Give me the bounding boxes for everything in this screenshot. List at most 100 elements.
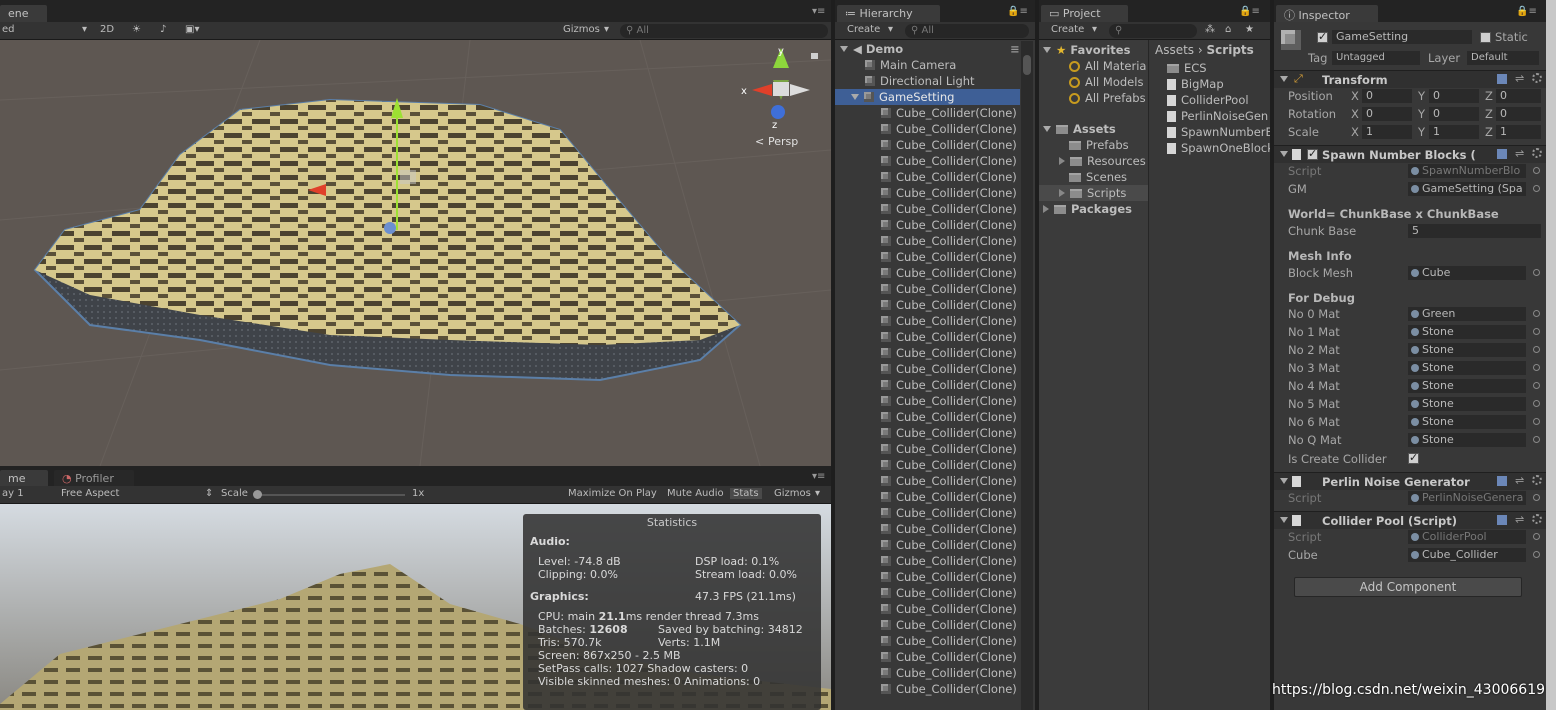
filter-by-type-icon[interactable]: ⁂ [1205,24,1215,35]
tab-profiler[interactable]: ◔ Profiler [54,470,134,487]
material-slot-field[interactable]: Stone [1408,343,1526,357]
hierarchy-clone-row[interactable]: Cube_Collider(Clone) [881,425,1017,441]
object-picker-icon[interactable] [1533,436,1540,443]
hierarchy-clone-row[interactable]: Cube_Collider(Clone) [881,185,1017,201]
project-menu-icon[interactable]: 🔒≡ [1239,6,1260,17]
lighting-toggle-icon[interactable]: ☀ [132,24,141,35]
aspect-dropdown[interactable]: Free Aspect [61,488,119,499]
hierarchy-clone-row[interactable]: Cube_Collider(Clone) [881,345,1017,361]
project-create-dropdown[interactable]: Create [1051,24,1084,35]
hierarchy-scrollbar[interactable] [1021,41,1033,710]
is-create-collider-checkbox[interactable] [1408,451,1419,464]
hierarchy-scene-row[interactable]: ◀ Demo ≡ [840,41,1020,57]
scene-menu-icon[interactable]: ▾≡ [812,6,825,17]
folder-scenes[interactable]: Scenes [1069,169,1127,185]
object-picker-icon[interactable] [1533,328,1540,335]
filter-by-label-icon[interactable]: ⌂ [1225,24,1231,35]
hierarchy-clone-row[interactable]: Cube_Collider(Clone) [881,137,1017,153]
maximize-on-play-toggle[interactable]: Maximize On Play [568,488,657,499]
packages-folder[interactable]: Packages [1043,201,1132,217]
object-picker-icon[interactable] [1533,400,1540,407]
scene-menu-icon[interactable]: ≡ [1010,41,1020,57]
gm-field[interactable]: GameSetting (Spa [1408,182,1526,196]
hierarchy-clone-row[interactable]: Cube_Collider(Clone) [881,569,1017,585]
folder-prefabs[interactable]: Prefabs [1069,137,1129,153]
collapse-arrow-icon[interactable] [1059,189,1065,197]
expand-arrow-icon[interactable] [1043,126,1051,132]
scale-slider[interactable] [253,490,405,499]
file-spawnoneblock[interactable]: SpawnOneBlock [1167,140,1270,156]
favorite-item-prefabs[interactable]: All Prefabs [1069,90,1146,106]
hierarchy-clone-row[interactable]: Cube_Collider(Clone) [881,105,1017,121]
material-slot-field[interactable]: Stone [1408,325,1526,339]
object-picker-icon[interactable] [1533,533,1540,540]
static-checkbox[interactable] [1480,32,1491,43]
hierarchy-item-directional-light[interactable]: Directional Light [865,73,975,89]
hierarchy-clone-row[interactable]: Cube_Collider(Clone) [881,681,1017,697]
gizmos-arrow-icon[interactable]: ▾ [604,24,609,35]
hierarchy-clone-row[interactable]: Cube_Collider(Clone) [881,249,1017,265]
tab-project[interactable]: ▭ Project [1041,5,1128,22]
gear-icon[interactable] [1532,73,1542,83]
hierarchy-clone-row[interactable]: Cube_Collider(Clone) [881,649,1017,665]
object-picker-icon[interactable] [1533,346,1540,353]
rotation-x-field[interactable]: 0 [1362,107,1412,121]
hierarchy-clone-row[interactable]: Cube_Collider(Clone) [881,441,1017,457]
audio-toggle-icon[interactable]: ♪ [160,24,166,35]
preset-icon[interactable]: ⇌ [1515,513,1524,526]
rotation-z-field[interactable]: 0 [1496,107,1541,121]
expand-arrow-icon[interactable] [1043,47,1051,53]
object-picker-icon[interactable] [1533,269,1540,276]
scene-gizmos-dropdown[interactable]: Gizmos [563,24,600,35]
file-spawnnumberblocks[interactable]: SpawnNumberB [1167,124,1270,140]
object-picker-icon[interactable] [1533,551,1540,558]
hierarchy-clone-row[interactable]: Cube_Collider(Clone) [881,633,1017,649]
material-slot-field[interactable]: Stone [1408,397,1526,411]
favorites-header[interactable]: ★ Favorites [1043,42,1130,58]
help-icon[interactable] [1497,74,1507,84]
expand-arrow-icon[interactable] [1280,478,1288,484]
hierarchy-clone-row[interactable]: Cube_Collider(Clone) [881,553,1017,569]
shading-dropdown-arrow[interactable]: ▾ [82,24,87,35]
preset-icon[interactable]: ⇌ [1515,147,1524,160]
expand-arrow-icon[interactable] [1280,151,1288,157]
stats-toggle[interactable]: Stats [730,488,762,499]
hierarchy-menu-icon[interactable]: 🔒≡ [1007,6,1028,17]
inspector-menu-icon[interactable]: 🔒≡ [1516,6,1537,17]
material-slot-field[interactable]: Stone [1408,379,1526,393]
chunk-base-field[interactable]: 5 [1408,224,1541,238]
cube-field[interactable]: Cube_Collider [1408,548,1526,562]
shading-mode-dropdown[interactable]: ed [2,24,15,35]
preset-icon[interactable]: ⇌ [1515,474,1524,487]
pool-component-header[interactable]: Collider Pool (Script) ⇌ [1274,511,1546,529]
hierarchy-clone-row[interactable]: Cube_Collider(Clone) [881,457,1017,473]
layer-dropdown[interactable]: Default [1467,51,1539,65]
toggle-2d-button[interactable]: 2D [100,24,114,35]
object-picker-icon[interactable] [1533,418,1540,425]
tab-hierarchy[interactable]: ≔ Hierarchy [837,5,940,22]
lock-icon[interactable] [811,53,818,59]
breadcrumb-assets[interactable]: Assets [1155,43,1194,57]
scale-slider-thumb[interactable] [253,490,262,499]
add-component-button[interactable]: Add Component [1294,577,1522,597]
scale-z-field[interactable]: 1 [1496,125,1541,139]
gear-icon[interactable] [1532,514,1542,524]
object-picker-icon[interactable] [1533,494,1540,501]
collapse-arrow-icon[interactable] [1043,205,1049,213]
hierarchy-item-main-camera[interactable]: Main Camera [865,57,956,73]
collapse-arrow-icon[interactable] [1059,157,1065,165]
scale-y-field[interactable]: 1 [1429,125,1479,139]
persp-label[interactable]: Persp [768,135,798,148]
material-slot-field[interactable]: Green [1408,307,1526,321]
assets-folder[interactable]: Assets [1043,121,1116,137]
hierarchy-clone-row[interactable]: Cube_Collider(Clone) [881,585,1017,601]
file-colliderpool[interactable]: ColliderPool [1167,92,1249,108]
file-ecs[interactable]: ECS [1167,60,1207,76]
spawn-component-header[interactable]: Spawn Number Blocks ( ⇌ [1274,145,1546,163]
hierarchy-clone-row[interactable]: Cube_Collider(Clone) [881,521,1017,537]
help-icon[interactable] [1497,149,1507,159]
file-perlinnoisegen[interactable]: PerlinNoiseGen [1167,108,1268,124]
hierarchy-clone-row[interactable]: Cube_Collider(Clone) [881,665,1017,681]
hierarchy-scroll-thumb[interactable] [1023,55,1031,75]
rotation-y-field[interactable]: 0 [1429,107,1479,121]
